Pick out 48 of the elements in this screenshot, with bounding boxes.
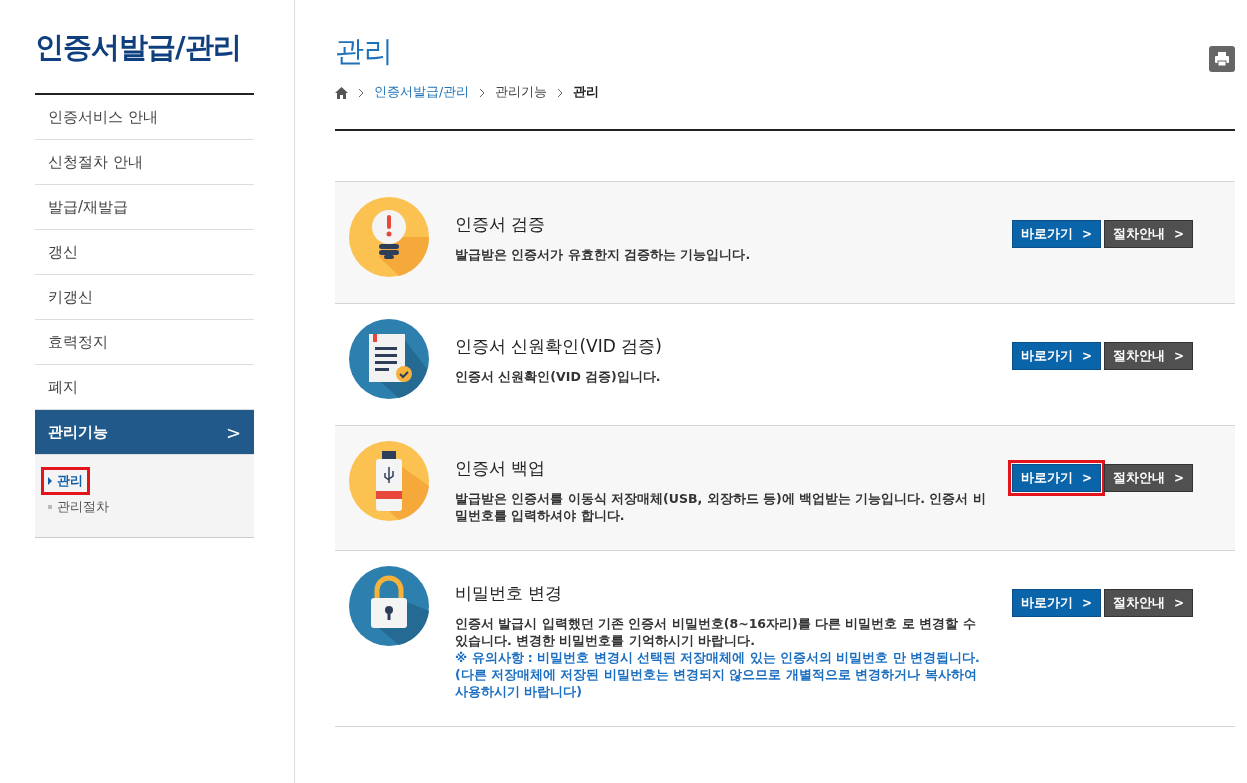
guide-button[interactable]: 절차안내 > (1103, 589, 1193, 617)
sidebar-item-label: 신청절차 안내 (48, 152, 143, 172)
sidebar-item-label: 폐지 (48, 377, 78, 397)
submenu-item[interactable]: 관리 (41, 467, 90, 495)
breadcrumb-item: 관리 (573, 84, 600, 101)
card-title: 비밀번호 변경 (455, 582, 564, 605)
go-button[interactable]: 바로가기 > (1011, 342, 1101, 370)
guide-button[interactable]: 절차안내 > (1103, 342, 1193, 370)
sidebar-item[interactable]: 관리기능 > (35, 410, 254, 455)
document-check-icon (349, 319, 429, 399)
sidebar-item[interactable]: 효력정지 (35, 320, 254, 365)
chevron-icon (557, 87, 564, 98)
sidebar-item-label: 효력정지 (48, 332, 108, 352)
sidebar-item-label: 키갱신 (48, 287, 93, 307)
lightbulb-icon (349, 197, 429, 277)
card-title: 인증서 백업 (455, 457, 547, 480)
card-description: 인증서 신원확인(VID 검증)입니다. (455, 368, 662, 385)
go-button[interactable]: 바로가기 > (1011, 589, 1101, 617)
sidebar-item[interactable]: 인증서비스 안내 (35, 95, 254, 140)
go-button[interactable]: 바로가기 > (1011, 220, 1101, 248)
usb-drive-icon (349, 441, 429, 521)
print-icon[interactable] (1209, 46, 1235, 72)
sidebar-title: 인증서발급/관리 (35, 29, 242, 66)
chevron-icon: > (225, 421, 241, 443)
sidebar-item-label: 인증서비스 안내 (48, 107, 158, 127)
sidebar-item[interactable]: 발급/재발급 (35, 185, 254, 230)
sidebar-item-label: 갱신 (48, 242, 78, 262)
submenu-item[interactable]: 관리절차 (41, 493, 116, 521)
guide-button[interactable]: 절차안내 > (1103, 464, 1193, 492)
breadcrumb-item[interactable]: 인증서발급/관리 (374, 84, 470, 101)
sidebar-item-label: 관리기능 (48, 422, 108, 442)
sidebar-item[interactable]: 신청절차 안내 (35, 140, 254, 185)
sidebar-item-label: 발급/재발급 (48, 197, 129, 217)
card-title: 인증서 신원확인(VID 검증) (455, 335, 663, 358)
padlock-icon (349, 566, 429, 646)
home-icon[interactable] (335, 86, 348, 99)
card-title: 인증서 검증 (455, 213, 547, 236)
guide-button[interactable]: 절차안내 > (1103, 220, 1193, 248)
sidebar-item[interactable]: 키갱신 (35, 275, 254, 320)
page-title: 관리 (335, 33, 394, 70)
chevron-icon (358, 87, 364, 98)
chevron-icon (479, 87, 486, 98)
card-description: 발급받은 인증서가 유효한지 검증하는 기능입니다. (455, 246, 752, 263)
card-description: 인증서 발급시 입력했던 기존 인증서 비밀번호(8~16자리)를 다른 비밀번호 로 변경할 수 있습니다. 변경한 비밀번호를 기억하시기 바랍니다. (455, 615, 977, 649)
notice-text: ※ 유의사항 : 비밀번호 변경시 선택된 저장매체에 있는 인증서의 비밀번호 만 변경됩니다. (다른 저장매체에 저장된 비밀번호는 변경되지 않으므로 개별적으로 변경하거나 복사하여 사용하시기 바랍니다) (455, 649, 981, 700)
breadcrumb-item[interactable]: 관리기능 (495, 84, 548, 101)
card-description: 발급받은 인증서를 이동식 저장매체(USB, 외장하드 등)에 백업받는 기능입니다. 인증서 비밀번호를 입력하셔야 합니다. (455, 490, 987, 524)
sidebar-item[interactable]: 갱신 (35, 230, 254, 275)
